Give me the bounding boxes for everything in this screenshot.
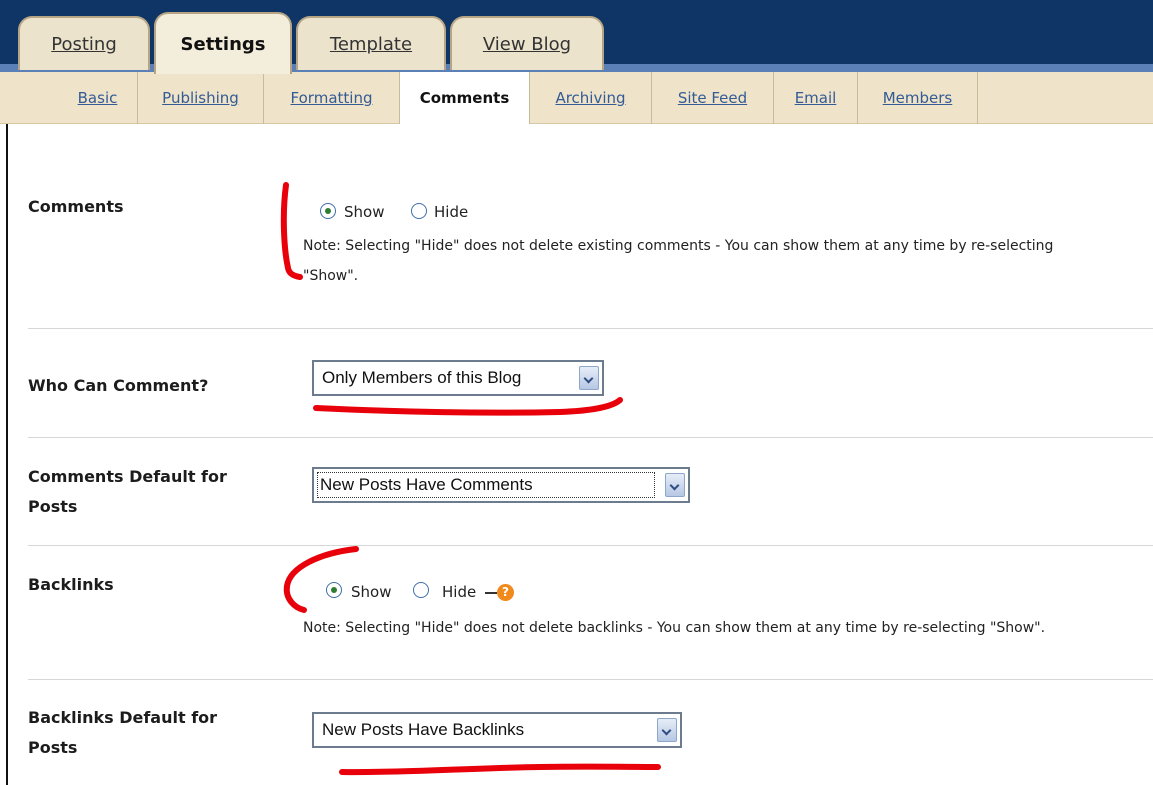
row-divider	[28, 437, 1153, 438]
comments-label: Comments	[28, 197, 124, 216]
backlinks-default-value: New Posts Have Backlinks	[322, 720, 525, 739]
comments-default-value: New Posts Have Comments	[317, 472, 655, 498]
backlinks-label: Backlinks	[28, 575, 114, 594]
comments-show-radio[interactable]	[320, 203, 336, 219]
comments-note-line2: "Show".	[303, 268, 359, 284]
tab-settings[interactable]: Settings	[154, 12, 292, 74]
comments-note-line1: Note: Selecting "Hide" does not delete e…	[303, 238, 1054, 254]
tab-view-blog[interactable]: View Blog	[450, 16, 604, 70]
comments-default-label-line2: Posts	[28, 497, 78, 516]
annotation-backlinks-default-underline	[339, 763, 661, 776]
comments-default-select[interactable]: New Posts Have Comments	[312, 467, 690, 503]
subtab-comments[interactable]: Comments	[399, 72, 530, 124]
subtab-publishing[interactable]: Publishing	[138, 72, 264, 124]
left-border	[6, 124, 8, 785]
help-connector	[485, 592, 497, 594]
backlinks-default-label: Backlinks Default for	[28, 708, 218, 727]
who-can-comment-value: Only Members of this Blog	[322, 368, 522, 387]
subtab-email[interactable]: Email	[774, 72, 858, 124]
comments-hide-label: Hide	[434, 203, 469, 221]
tab-posting[interactable]: Posting	[18, 16, 150, 70]
backlinks-hide-label: Hide	[442, 583, 477, 601]
backlinks-show-label: Show	[351, 583, 392, 601]
backlinks-show-radio[interactable]	[326, 582, 342, 598]
row-divider	[28, 545, 1153, 546]
annotation-who-can-comment-underline	[313, 397, 623, 416]
annotation-comments-bracket	[280, 182, 303, 280]
chevron-down-icon[interactable]	[665, 473, 685, 497]
backlinks-note: Note: Selecting "Hide" does not delete b…	[303, 620, 1046, 636]
who-can-comment-select[interactable]: Only Members of this Blog	[312, 360, 604, 396]
subtab-site-feed[interactable]: Site Feed	[652, 72, 774, 124]
chevron-down-icon[interactable]	[579, 366, 599, 390]
tab-template[interactable]: Template	[296, 16, 446, 70]
backlinks-hide-radio[interactable]	[413, 582, 429, 598]
row-divider	[28, 328, 1153, 329]
comments-show-label: Show	[344, 203, 385, 221]
who-can-comment-label: Who Can Comment?	[28, 376, 209, 395]
annotation-backlinks-arc	[283, 546, 359, 613]
comments-default-label: Comments Default for	[28, 467, 227, 486]
subtab-archiving[interactable]: Archiving	[530, 72, 652, 124]
backlinks-default-label-line2: Posts	[28, 738, 78, 757]
comments-hide-radio[interactable]	[411, 203, 427, 219]
subtab-members[interactable]: Members	[858, 72, 978, 124]
subtab-formatting[interactable]: Formatting	[264, 72, 400, 124]
subtab-basic[interactable]: Basic	[58, 72, 138, 124]
help-icon[interactable]: ?	[497, 584, 514, 601]
backlinks-default-select[interactable]: New Posts Have Backlinks	[312, 712, 682, 748]
chevron-down-icon[interactable]	[657, 718, 677, 742]
row-divider	[28, 679, 1153, 680]
